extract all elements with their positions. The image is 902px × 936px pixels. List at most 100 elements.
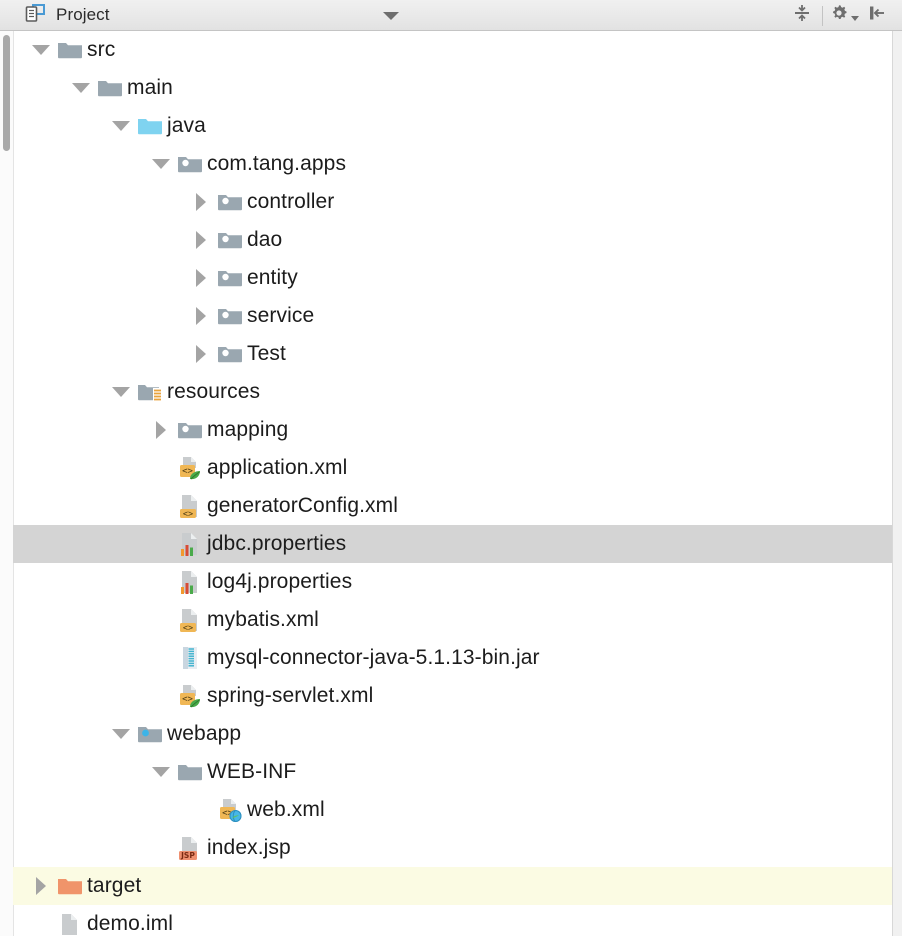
tree-row[interactable]: resources	[13, 373, 892, 411]
project-title-group[interactable]: Project	[24, 2, 110, 29]
tree-node-label: log4j.properties	[207, 570, 352, 594]
expand-arrow-down-icon[interactable]	[107, 373, 135, 411]
expand-arrow-right-icon[interactable]	[147, 411, 175, 449]
folder-orange-icon	[55, 867, 85, 905]
hide-panel-button[interactable]	[860, 2, 894, 30]
tool-window-title: Project	[56, 5, 110, 25]
tree-row[interactable]: demo.iml	[13, 905, 892, 936]
tree-node-label: target	[87, 874, 141, 898]
scrollbar-thumb[interactable]	[3, 35, 10, 151]
no-toggle-spacer	[147, 639, 175, 677]
tree-row[interactable]: main	[13, 69, 892, 107]
properties-file-icon	[175, 563, 205, 601]
tree-node-label: controller	[247, 190, 334, 214]
tree-node-label: com.tang.apps	[207, 152, 346, 176]
tree-row[interactable]: <>spring-servlet.xml	[13, 677, 892, 715]
tree-row[interactable]: <>application.xml	[13, 449, 892, 487]
no-toggle-spacer	[147, 601, 175, 639]
tree-row[interactable]: com.tang.apps	[13, 145, 892, 183]
vertical-scrollbar[interactable]	[0, 31, 14, 936]
tree-node-label: demo.iml	[87, 912, 173, 936]
jsp-file-icon: JSP	[175, 829, 205, 867]
tree-row[interactable]: JSP index.jsp	[13, 829, 892, 867]
header-actions	[785, 0, 894, 31]
spring-xml-icon: <>	[175, 677, 205, 715]
package-icon	[215, 221, 245, 259]
folder-source-blue-icon	[135, 107, 165, 145]
expand-arrow-right-icon[interactable]	[187, 183, 215, 221]
tree-row[interactable]: mysql-connector-java-5.1.13-bin.jar	[13, 639, 892, 677]
tree-node-label: jdbc.properties	[207, 532, 346, 556]
toolbar-divider	[822, 6, 823, 26]
tree-row[interactable]: controller	[13, 183, 892, 221]
tree-node-label: dao	[247, 228, 282, 252]
tree-node-label: web.xml	[247, 798, 325, 822]
tree-row[interactable]: entity	[13, 259, 892, 297]
expand-arrow-right-icon[interactable]	[187, 297, 215, 335]
expand-arrow-right-icon[interactable]	[187, 335, 215, 373]
chevron-down-icon[interactable]	[383, 12, 399, 20]
expand-arrow-right-icon[interactable]	[187, 259, 215, 297]
folder-gray-icon	[95, 69, 125, 107]
package-icon	[175, 145, 205, 183]
expand-arrow-down-icon[interactable]	[107, 107, 135, 145]
no-toggle-spacer	[27, 905, 55, 936]
tree-row[interactable]: webapp	[13, 715, 892, 753]
folder-gray-icon	[55, 31, 85, 69]
tree-node-label: webapp	[167, 722, 241, 746]
no-toggle-spacer	[147, 563, 175, 601]
hide-panel-icon	[866, 2, 888, 29]
tree-node-label: mysql-connector-java-5.1.13-bin.jar	[207, 646, 540, 670]
package-icon	[175, 411, 205, 449]
svg-text:<>: <>	[183, 509, 193, 519]
expand-arrow-right-icon[interactable]	[187, 221, 215, 259]
expand-arrow-down-icon[interactable]	[27, 31, 55, 69]
tree-row[interactable]: <>web.xml	[13, 791, 892, 829]
tree-node-label: java	[167, 114, 206, 138]
iml-file-icon	[55, 905, 85, 936]
tree-row[interactable]: <>generatorConfig.xml	[13, 487, 892, 525]
gear-dropdown-caret-icon[interactable]	[851, 16, 859, 21]
tree-node-label: WEB-INF	[207, 760, 296, 784]
tree-node-label: Test	[247, 342, 286, 366]
tree-node-label: mapping	[207, 418, 288, 442]
project-tool-window: Project	[0, 0, 902, 936]
tree-row[interactable]: service	[13, 297, 892, 335]
tree-row[interactable]: src	[13, 31, 892, 69]
expand-arrow-right-icon[interactable]	[27, 867, 55, 905]
tree-row[interactable]: target	[13, 867, 892, 905]
expand-arrow-down-icon[interactable]	[67, 69, 95, 107]
settings-button[interactable]	[826, 2, 860, 30]
tree-row[interactable]: Test	[13, 335, 892, 373]
project-tree[interactable]: srcmain javacom.tang.apps controller dao ent…	[13, 31, 892, 936]
package-icon	[215, 183, 245, 221]
tree-node-label: src	[87, 38, 115, 62]
tree-row[interactable]: mapping	[13, 411, 892, 449]
tree-node-label: spring-servlet.xml	[207, 684, 373, 708]
spring-xml-icon: <>	[175, 449, 205, 487]
expand-arrow-down-icon[interactable]	[107, 715, 135, 753]
project-window-icon	[24, 2, 46, 29]
package-icon	[215, 335, 245, 373]
folder-webresource-icon	[135, 715, 165, 753]
expand-arrow-down-icon[interactable]	[147, 145, 175, 183]
tree-row[interactable]: dao	[13, 221, 892, 259]
tree-row[interactable]: log4j.properties	[13, 563, 892, 601]
xml-file-icon: <>	[175, 487, 205, 525]
tree-row[interactable]: java	[13, 107, 892, 145]
tree-row[interactable]: jdbc.properties	[13, 525, 892, 563]
collapse-all-button[interactable]	[785, 2, 819, 30]
tool-window-header: Project	[0, 0, 902, 31]
no-toggle-spacer	[147, 449, 175, 487]
web-xml-icon: <>	[215, 791, 245, 829]
tree-node-label: main	[127, 76, 173, 100]
collapse-all-icon	[791, 2, 813, 29]
tree-node-label: service	[247, 304, 314, 328]
expand-arrow-down-icon[interactable]	[147, 753, 175, 791]
svg-text:JSP: JSP	[180, 851, 195, 860]
package-icon	[215, 297, 245, 335]
tree-node-label: index.jsp	[207, 836, 291, 860]
no-toggle-spacer	[147, 525, 175, 563]
tree-row[interactable]: <>mybatis.xml	[13, 601, 892, 639]
tree-row[interactable]: WEB-INF	[13, 753, 892, 791]
